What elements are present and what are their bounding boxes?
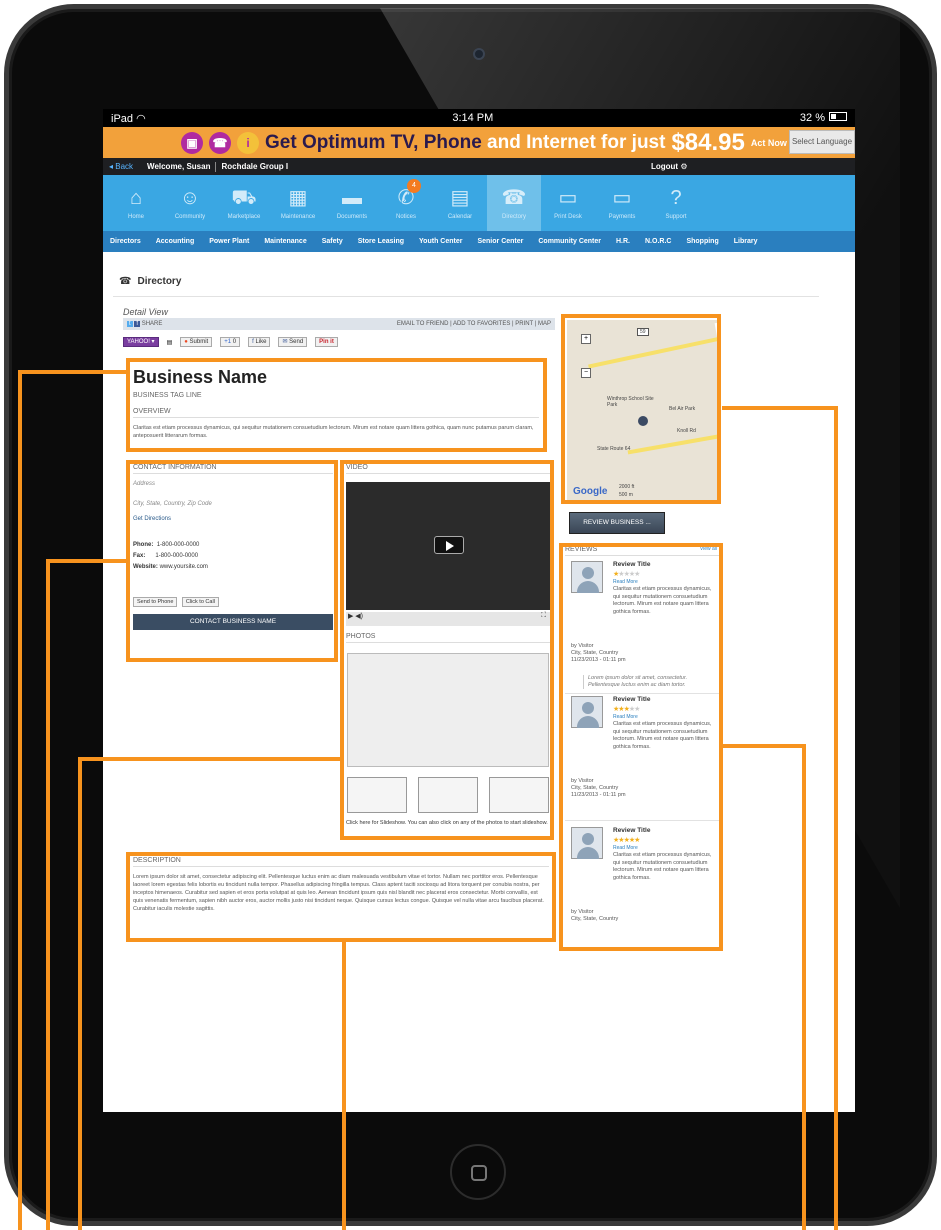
- stumbleupon-icon: ●: [184, 339, 188, 345]
- callout-box-contact: [126, 460, 338, 662]
- callout-line: [834, 406, 838, 1230]
- callout-line: [722, 406, 838, 410]
- like-label: Like: [255, 339, 267, 345]
- yahoo-button[interactable]: YAHOO! ▾: [123, 337, 159, 347]
- plusone-icon: +1: [224, 339, 232, 345]
- callout-line: [18, 370, 128, 374]
- callout-line: [46, 559, 50, 1230]
- callout-box-description: [126, 852, 556, 942]
- share-bar: t f SHARE EMAIL TO FRIEND | ADD TO FAVOR…: [123, 318, 555, 330]
- callout-line: [342, 942, 346, 1230]
- submit-label: Submit: [189, 339, 209, 345]
- callout-line: [46, 559, 128, 563]
- facebook-icon[interactable]: f: [134, 321, 141, 327]
- stumble-submit-button[interactable]: ● Submit: [180, 337, 213, 347]
- share-links[interactable]: EMAIL TO FRIEND | ADD TO FAVORITES | PRI…: [397, 318, 551, 330]
- callout-line: [18, 370, 22, 1230]
- pinit-button[interactable]: Pin it: [315, 337, 338, 347]
- social-buttons: YAHOO! ▾ ▤ ● Submit +1 0 f Like ✉ Send P…: [123, 337, 338, 347]
- callout-box-media: [340, 460, 554, 840]
- share-label: SHARE: [141, 321, 163, 327]
- plusone-button[interactable]: +1 0: [220, 337, 241, 347]
- fb-send-button[interactable]: ✉ Send: [278, 337, 308, 347]
- callout-line: [722, 744, 806, 748]
- callout-line: [78, 757, 82, 1230]
- plusone-count: 0: [232, 339, 237, 345]
- detail-view-label: Detail View: [123, 307, 168, 317]
- home-button[interactable]: [450, 1144, 506, 1200]
- like-icon: f: [252, 339, 254, 345]
- callout-line: [78, 757, 342, 761]
- callout-box-reviews: [559, 543, 723, 951]
- callout-box-header: [126, 358, 547, 452]
- stage: iPad ◠ 3:14 PM 32 % ▣ ☎ i Get Optimum TV…: [0, 0, 941, 1230]
- twitter-icon[interactable]: t: [127, 321, 133, 327]
- review-business-button[interactable]: REVIEW BUSINESS ...: [569, 512, 665, 534]
- home-square-icon: [471, 1165, 487, 1181]
- send-icon: ✉: [282, 339, 288, 345]
- send-label: Send: [289, 339, 304, 345]
- callout-box-map: [561, 314, 721, 504]
- camera-icon: [473, 48, 485, 60]
- callout-line: [802, 744, 806, 1230]
- fb-like-button[interactable]: f Like: [248, 337, 271, 347]
- bookmark-icon[interactable]: ▤: [167, 339, 173, 346]
